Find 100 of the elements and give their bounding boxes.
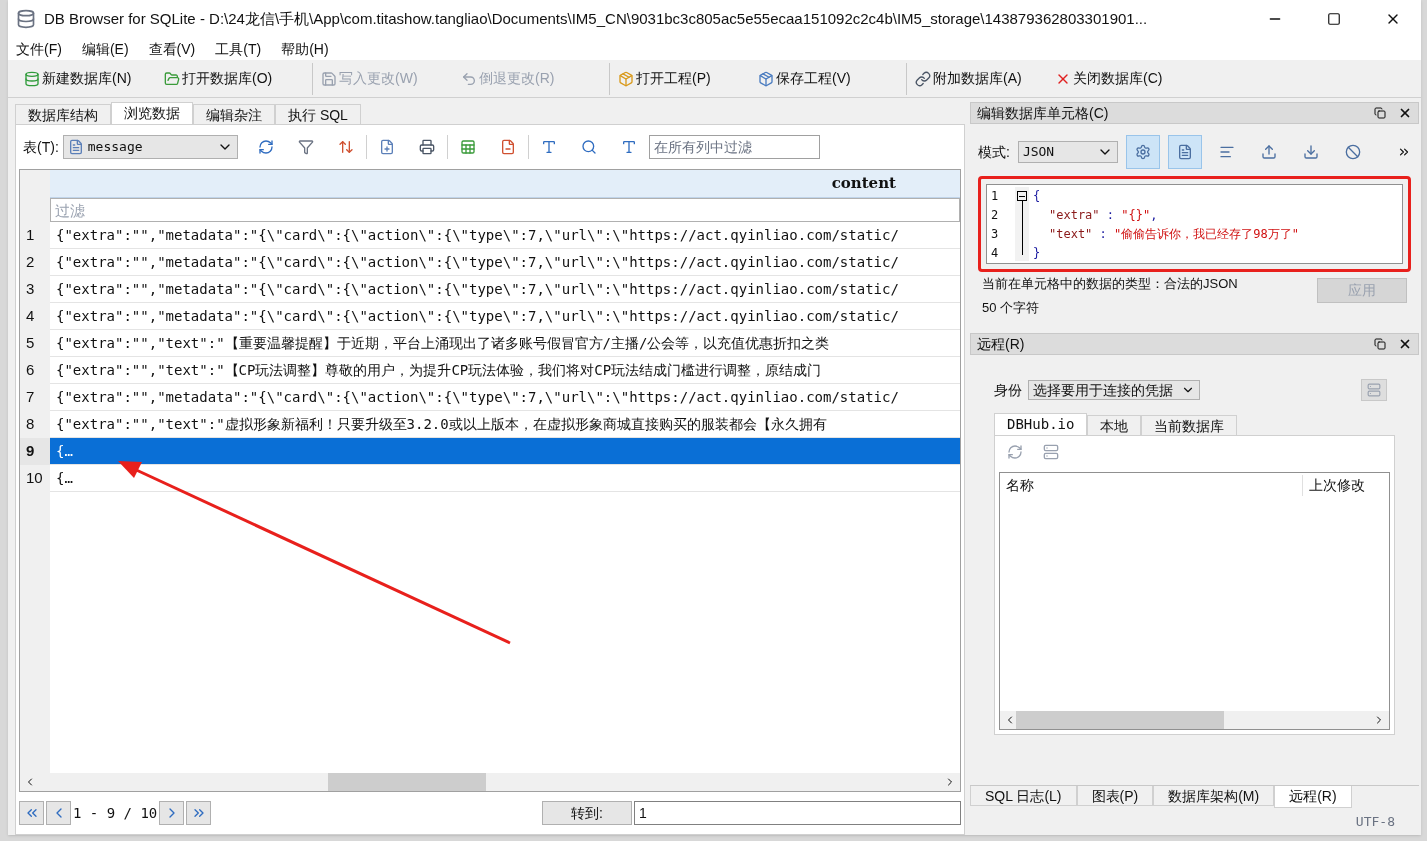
json-editor[interactable]: 1 2 3 4 { "extra" : "{}", "text" : "偷偷告诉你，我已经存了98万了" }: [986, 184, 1403, 264]
code-token: "text": [1049, 227, 1093, 241]
table-row[interactable]: {"extra":"","text":"【CP玩法调整】尊敬的用户，为提升CP玩法体验，我们将对CP玩法结成门槛进行调整，原结成门: [50, 357, 960, 384]
horizontal-scrollbar[interactable]: [1000, 711, 1389, 729]
goto-field[interactable]: 1: [634, 801, 961, 825]
toolbar-button[interactable]: 打开工程(P): [614, 62, 754, 95]
refresh-icon[interactable]: [257, 139, 274, 155]
row-number[interactable]: 4: [20, 303, 50, 330]
line-number: 1: [991, 188, 1000, 205]
mode-dropdown[interactable]: JSON: [1017, 141, 1118, 163]
line-number: 3: [991, 226, 1000, 243]
tab[interactable]: 图表(P): [1076, 786, 1154, 806]
toolbar-button[interactable]: 新建数据库(N): [20, 62, 160, 95]
code-token: "偷偷告诉你，我已经存了98万了": [1114, 227, 1299, 241]
printer-icon[interactable]: [418, 139, 435, 155]
toolbar-button[interactable]: 附加数据库(A): [911, 62, 1051, 95]
column-header[interactable]: 名称: [1000, 474, 1303, 496]
close-icon[interactable]: [1398, 337, 1412, 351]
menu-item[interactable]: 帮助(H): [281, 38, 329, 60]
identity-label: 身份: [994, 380, 1022, 400]
database-icon: [16, 9, 36, 29]
row-number[interactable]: 6: [20, 357, 50, 384]
close-icon[interactable]: [1398, 106, 1412, 120]
line-number: 4: [991, 245, 1000, 262]
menu-item[interactable]: 编辑(E): [81, 38, 129, 60]
table-row[interactable]: {"extra":"","metadata":"{\"card\":{\"action\":{\"type\":7,\"url\":\"https://act.qyinliao.com/static/: [50, 222, 960, 249]
dock-title: 编辑数据库单元格(C): [977, 103, 1110, 123]
save-icon: [321, 70, 337, 87]
tab[interactable]: 执行 SQL: [275, 104, 361, 124]
toolbar-button[interactable]: 打开数据库(O): [160, 62, 308, 95]
identity-dropdown[interactable]: 选择要用于连接的凭据: [1028, 380, 1200, 400]
tab[interactable]: 远程(R): [1274, 786, 1352, 808]
column-header[interactable]: 上次修改: [1303, 474, 1389, 496]
record-range: 1 - 9 / 10: [73, 803, 158, 823]
toolbar-button[interactable]: 关闭数据库(C): [1051, 62, 1199, 95]
last-page-button[interactable]: [186, 801, 212, 825]
menu-item[interactable]: 文件(F): [16, 38, 62, 60]
window-title: DB Browser for SQLite - D:\24龙信\手机\App\com.titashow.tangliao\Documents\IM5_CN\9031bc3c805ac5e55ecaa151092c2c4b\IM5_storage\143879362803301901...: [44, 8, 1149, 29]
code-token: {: [1033, 189, 1041, 203]
horizontal-scrollbar[interactable]: [20, 773, 960, 791]
row-number[interactable]: 2: [20, 249, 50, 276]
more-icon[interactable]: [1397, 145, 1411, 159]
server-icon[interactable]: [1043, 444, 1059, 460]
mode-label: 模式:: [978, 142, 1010, 162]
server-icon: [1367, 383, 1381, 397]
table-row[interactable]: {"extra":"","metadata":"{\"card\":{\"action\":{\"type\":7,\"url\":\"https://act.qyinliao.com/static/: [50, 249, 960, 276]
code-token: }: [1033, 246, 1041, 260]
table-dropdown[interactable]: message: [62, 135, 238, 159]
table-row[interactable]: {"extra":"","metadata":"{\"card\":{\"action\":{\"type\":7,\"url\":\"https://act.qyinliao.com/static/: [50, 276, 960, 303]
package-icon: [618, 70, 634, 87]
font-icon[interactable]: [540, 139, 557, 155]
row-number[interactable]: 3: [20, 276, 50, 303]
menu-item[interactable]: 工具(T): [215, 38, 262, 60]
float-icon[interactable]: [1374, 338, 1386, 350]
tab[interactable]: DBHub.io: [994, 413, 1088, 435]
table-label: 表(T):: [23, 137, 59, 157]
editor-tool-button[interactable]: [1125, 135, 1160, 169]
tab[interactable]: 浏览数据: [111, 102, 193, 124]
table-row[interactable]: {"extra":"","metadata":"{\"card\":{\"action\":{\"type\":7,\"url\":\"https://act.qyinliao.com/static/: [50, 384, 960, 411]
line-number: 2: [991, 207, 1000, 224]
table-row[interactable]: {"extra":"","metadata":"{\"card\":{\"action\":{\"type\":7,\"url\":\"https://act.qyinliao.com/static/: [50, 303, 960, 330]
code-token: :: [1098, 227, 1108, 241]
filter-icon[interactable]: [297, 139, 314, 155]
code-token: "extra": [1049, 208, 1100, 222]
tab[interactable]: 编辑杂注: [193, 104, 275, 124]
search-icon[interactable]: [580, 139, 597, 155]
menu-item[interactable]: 查看(V): [148, 38, 196, 60]
row-number[interactable]: 1: [20, 222, 50, 249]
document-icon: [1176, 144, 1193, 160]
column-header[interactable]: content: [50, 170, 960, 198]
tab[interactable]: 当前数据库: [1141, 415, 1238, 435]
tab[interactable]: 本地: [1087, 415, 1142, 435]
size-text: 50 个字符: [982, 298, 1041, 317]
row-number[interactable]: 10: [20, 465, 50, 492]
refresh-icon[interactable]: [1007, 444, 1023, 460]
table-row[interactable]: {"extra":"","text":"【重要温馨提醒】于近期，平台上涌现出了诸多账号假冒官方/主播/公会等，以充值优惠折扣之类: [50, 330, 960, 357]
row-number[interactable]: 8: [20, 411, 50, 438]
first-page-button[interactable]: [19, 801, 44, 825]
delete-record-icon[interactable]: [499, 139, 516, 155]
row-number[interactable]: 5: [20, 330, 50, 357]
row-number[interactable]: 9: [20, 438, 50, 465]
editor-tool-button[interactable]: [1167, 135, 1202, 169]
fold-marker-drawing[interactable]: [1017, 191, 1027, 255]
folder-icon: [164, 70, 180, 87]
code-token: :: [1105, 208, 1116, 222]
tab[interactable]: 数据库架构(M): [1153, 786, 1275, 806]
table-row[interactable]: {…: [50, 438, 960, 465]
tab[interactable]: 数据库结构: [15, 104, 111, 124]
undo-icon: [461, 70, 477, 87]
tab[interactable]: SQL 日志(L): [970, 786, 1077, 806]
sort-icon[interactable]: [337, 139, 354, 155]
filter-field[interactable]: 在所有列中过滤: [648, 135, 820, 159]
goto-button[interactable]: 转到:: [542, 801, 632, 825]
float-icon[interactable]: [1374, 107, 1386, 119]
row-number[interactable]: 7: [20, 384, 50, 411]
document-icon[interactable]: [378, 139, 395, 155]
column-filter-field[interactable]: 过滤: [50, 198, 960, 222]
toolbar-button[interactable]: 保存工程(V): [754, 62, 902, 95]
export-icon: [1302, 144, 1319, 160]
maximize-icon[interactable]: [1327, 12, 1341, 26]
